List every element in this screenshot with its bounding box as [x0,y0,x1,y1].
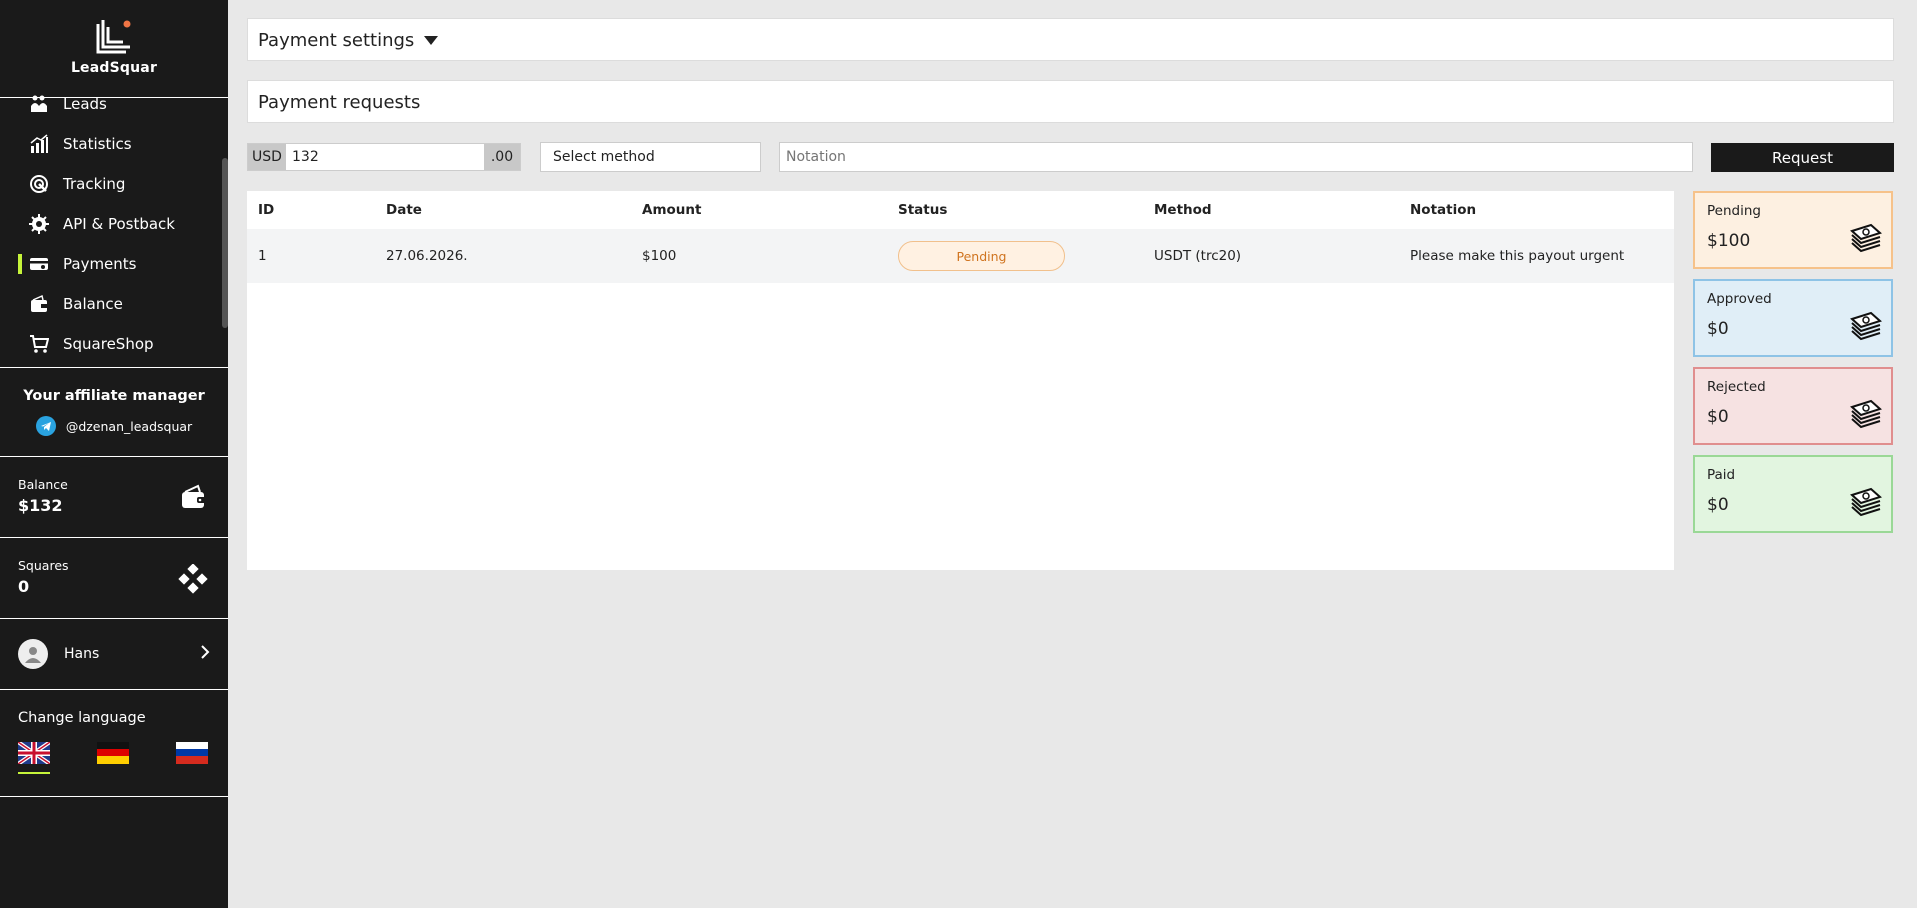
api-icon [28,213,50,235]
table-row[interactable]: 1 27.06.2026. $100 Pending USDT (trc20) … [247,229,1674,283]
user-profile[interactable]: Hans [18,639,210,669]
stat-card-paid: Paid $0 [1693,455,1893,533]
cell-id: 1 [258,248,267,264]
manager-title: Your affiliate manager [23,388,205,404]
column-header: Method [1154,202,1212,218]
column-header: Notation [1410,202,1477,218]
column-header: ID [258,202,275,218]
amount-input-group: USD 132 .00 [247,143,521,171]
balance-icon [28,293,50,315]
leads-icon [28,93,50,115]
logo-icon [96,20,131,54]
sidebar-nav: Leads Statistics Tracking API & Postback… [0,95,222,364]
table-header: ID Date Amount Status Method Notation [247,191,1674,229]
stat-value: $0 [1707,407,1729,427]
method-select-label: Select method [553,149,655,165]
money-stack-icon [1849,221,1883,257]
divider [0,796,228,797]
stat-label: Approved [1707,291,1772,307]
payment-settings-title: Payment settings [258,30,415,51]
chevron-right-icon [200,644,210,664]
tracking-icon [28,173,50,195]
sidebar-item-tracking[interactable]: Tracking [0,164,222,204]
sidebar-item-payments[interactable]: Payments [0,244,222,284]
sidebar-item-label: SquareShop [63,335,154,353]
sidebar-item-api[interactable]: API & Postback [0,204,222,244]
stat-value: $0 [1707,495,1729,515]
sidebar-item-squareshop[interactable]: SquareShop [0,324,222,364]
squares-block[interactable]: Squares 0 [0,558,228,596]
stat-value: $100 [1707,231,1751,251]
status-badge: Pending [898,241,1065,271]
sidebar-item-label: Leads [63,95,107,113]
sidebar-item-label: Payments [63,255,137,273]
balance-block[interactable]: Balance $132 [0,477,228,515]
stat-label: Paid [1707,467,1736,483]
cell-notation: Please make this payout urgent [1410,248,1625,264]
request-button[interactable]: Request [1711,143,1894,172]
cell-status: Pending [887,241,1143,271]
money-stack-icon [1849,485,1883,521]
sidebar-item-label: Balance [63,295,123,313]
cell-method: USDT (trc20) [1154,248,1242,264]
cell-amount: $100 [642,248,677,264]
statistics-icon [28,133,50,155]
divider [0,689,228,690]
user-name: Hans [64,646,100,662]
language-options [16,740,208,774]
stat-label: Rejected [1707,379,1766,395]
decimals-suffix: .00 [484,144,520,170]
stat-card-rejected: Rejected $0 [1693,367,1893,445]
cell-date: 27.06.2026. [386,248,468,264]
sidebar-item-label: API & Postback [63,215,175,233]
money-stack-icon [1849,309,1883,345]
wallet-icon [180,483,208,515]
stat-card-pending: Pending $100 [1693,191,1893,269]
brand-name: LeadSquar [70,60,158,76]
sidebar-item-statistics[interactable]: Statistics [0,124,222,164]
stat-card-approved: Approved $0 [1693,279,1893,357]
divider [0,618,228,619]
telegram-icon [35,416,56,436]
language-title: Change language [18,710,146,726]
payment-settings-panel[interactable]: Payment settings [247,18,1894,61]
column-header: Status [898,202,948,218]
money-stack-icon [1849,397,1883,433]
affiliate-manager: Your affiliate manager @dzenan_leadsquar [0,388,228,436]
cart-icon [28,333,50,355]
payment-requests-table: ID Date Amount Status Method Notation 1 … [247,191,1674,570]
notation-input[interactable] [779,142,1693,172]
flag-russian[interactable] [176,742,208,764]
flag-german[interactable] [97,742,129,764]
sidebar-item-balance[interactable]: Balance [0,284,222,324]
column-header: Amount [642,202,702,218]
stat-value: $0 [1707,319,1729,339]
avatar [18,639,48,669]
sidebar: LeadSquar Leads Statistics Tracking API [0,0,228,908]
brand-logo[interactable]: LeadSquar [0,18,228,76]
payment-requests-header: Payment requests [247,80,1894,123]
divider [0,367,228,368]
manager-telegram-link[interactable]: @dzenan_leadsquar [0,416,228,436]
payment-requests-title: Payment requests [258,92,421,113]
caret-down-icon [424,36,439,45]
currency-prefix: USD [248,144,286,170]
amount-input[interactable]: 132 [286,144,484,170]
manager-handle: @dzenan_leadsquar [65,418,193,434]
method-select[interactable]: Select method [540,142,761,172]
divider [0,456,228,457]
flag-english[interactable] [16,740,52,774]
stat-label: Pending [1707,203,1761,219]
sidebar-item-label: Statistics [63,135,132,153]
sidebar-item-leads[interactable]: Leads [0,84,222,124]
column-header: Date [386,202,422,218]
divider [0,537,228,538]
sidebar-scrollbar[interactable] [222,158,228,328]
payments-icon [28,253,50,275]
squares-icon [178,563,208,598]
sidebar-item-label: Tracking [63,175,126,193]
